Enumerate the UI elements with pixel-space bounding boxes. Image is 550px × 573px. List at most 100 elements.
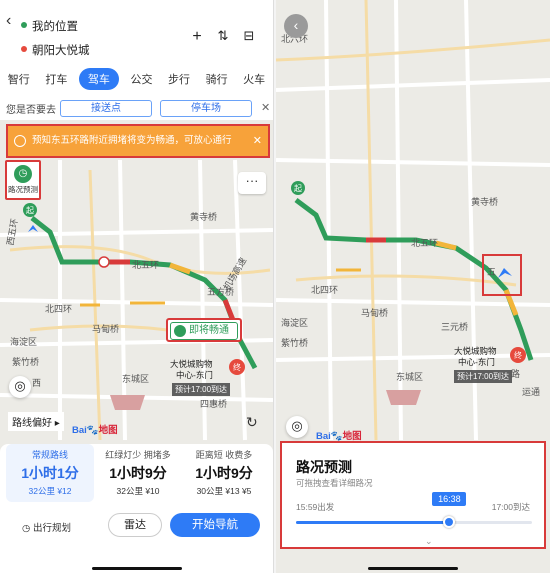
label-maweiqiao: 马甸桥 xyxy=(92,323,119,334)
r-label-mall-1: 大悦城购物 xyxy=(454,346,497,356)
smooth-soon-tag: 即将畅通 xyxy=(166,318,242,342)
route-option-3[interactable]: 距离短 收费多 1小时9分 30公里 ¥13 ¥5 xyxy=(180,444,268,502)
r-label-maweiqiao: 马甸桥 xyxy=(361,307,388,318)
r-label-zizhu: 紫竹桥 xyxy=(281,337,308,348)
r-home-indicator xyxy=(368,567,458,570)
notice-close-icon[interactable]: ✕ xyxy=(253,126,262,156)
r-label-haidian: 海淀区 xyxy=(281,317,308,328)
route-1-time: 1小时1分 xyxy=(21,465,79,481)
r-label-sanyuan: 三元桥 xyxy=(441,321,468,332)
arrive-time-label: 17:00到达 xyxy=(491,502,530,512)
refresh-icon[interactable]: ↻ xyxy=(246,414,258,431)
plan-clock-icon: ◷ xyxy=(22,523,33,534)
label-mall-1: 大悦城购物 xyxy=(170,359,213,369)
label-huangsi: 黄寺桥 xyxy=(190,211,217,222)
tab-bike[interactable]: 骑行 xyxy=(202,68,232,90)
label-wufang: 五方桥 xyxy=(207,286,234,297)
r-baidu-logo: Bai🐾地图 xyxy=(316,431,362,442)
origin-field[interactable]: 我的位置 xyxy=(21,18,78,34)
label-beiwuhuan: 北五环 xyxy=(132,260,159,270)
r-end-marker-label: 终 xyxy=(514,350,522,360)
tab-train[interactable]: 火车 xyxy=(239,68,269,90)
route-option-2[interactable]: 红绿灯少 拥堵多 1小时9分 32公里 ¥10 xyxy=(94,444,182,502)
home-indicator xyxy=(92,567,182,570)
trip-plan-button[interactable]: ◷ 出行规划 xyxy=(22,520,71,534)
close-icon[interactable]: ✕ xyxy=(261,101,270,114)
label-dongcheng: 东城区 xyxy=(122,373,149,384)
route-3-time: 1小时9分 xyxy=(195,465,253,481)
end-marker-label: 终 xyxy=(233,362,241,372)
r-label-beiwuhuan: 北五环 xyxy=(411,238,438,248)
left-screen: 黄寺桥 北五环 北四环 马甸桥 海淀区 紫竹桥 东城区 机场高速 五方桥 四惠桥… xyxy=(0,0,273,573)
origin-text: 我的位置 xyxy=(32,21,78,33)
baidu-logo: Bai🐾地图 xyxy=(72,425,118,436)
route-2-time: 1小时9分 xyxy=(109,465,167,481)
check-icon xyxy=(174,325,186,337)
back-icon[interactable]: ‹ xyxy=(6,12,22,30)
trip-plan-label: 出行规划 xyxy=(32,523,71,534)
route-search-card: ‹ 我的位置 朝阳大悦城 + ⇅ ⊟ 智行 打车 驾车 公交 步行 骑行 火车 … xyxy=(0,0,273,120)
route-3-sub: 30公里 ¥13 ¥5 xyxy=(196,486,252,496)
label-mall-2: 中心-东门 xyxy=(176,370,213,380)
tab-zhixing[interactable]: 智行 xyxy=(4,68,34,90)
route-2-sub: 32公里 ¥10 xyxy=(116,486,160,496)
r-locate-icon[interactable]: ◎ xyxy=(286,416,308,438)
route-1-tag: 常规路线 xyxy=(31,450,68,460)
destination-field[interactable]: 朝阳大悦城 xyxy=(21,42,90,58)
route-option-1[interactable]: 常规路线 1小时1分 32公里 ¥12 xyxy=(6,444,94,502)
pickup-point-chip[interactable]: 接送点 xyxy=(60,100,152,117)
where-prompt: 您是否要去 xyxy=(6,105,56,116)
no-turn-icon xyxy=(98,256,110,268)
eta-label: 预计17:00到达 xyxy=(172,383,231,396)
tab-drive[interactable]: 驾车 xyxy=(78,68,119,90)
label-haidian: 海淀区 xyxy=(10,336,37,347)
time-slider-fill xyxy=(296,521,450,524)
label-zizhu: 紫竹桥 xyxy=(12,356,39,367)
tab-walk[interactable]: 步行 xyxy=(164,68,194,90)
destination-dot-icon xyxy=(21,46,27,52)
route-2-tag: 红绿灯少 拥堵多 xyxy=(105,450,171,460)
r-label-road: 路 xyxy=(511,368,520,379)
plus-icon[interactable]: + xyxy=(188,28,206,46)
origin-dot-icon xyxy=(21,22,27,28)
tab-transit[interactable]: 公交 xyxy=(126,68,156,90)
locate-icon[interactable]: ◎ xyxy=(9,376,31,398)
parking-chip[interactable]: 停车场 xyxy=(160,100,252,117)
right-screen: 北六环 北五环 北四环 黄寺桥 马甸桥 三元桥 海淀区 紫竹桥 东城区 运通 路… xyxy=(276,0,550,573)
r-start-marker-label: 起 xyxy=(294,184,302,193)
r-label-beisihuan: 北四环 xyxy=(311,285,338,295)
time-slider-handle[interactable] xyxy=(443,516,456,528)
r-label-huangsi: 黄寺桥 xyxy=(471,196,498,207)
traffic-forecast-panel: 路况预测 可拖拽查看详细路况 15:59出发 17:00到达 16:38 ⌄ xyxy=(280,441,546,549)
start-navigation-button[interactable]: 开始导航 xyxy=(170,513,260,537)
route-preference-button[interactable]: 路线偏好 ▸ xyxy=(8,412,64,431)
traffic-forecast-button[interactable]: ◷ 路况预测 xyxy=(5,160,41,200)
radar-button[interactable]: 雷达 xyxy=(108,513,162,537)
r-label-dongcheng: 东城区 xyxy=(396,371,423,382)
r-label-yuntong: 运通 xyxy=(522,387,540,397)
r-eta-label: 预计17:00到达 xyxy=(454,370,513,383)
time-slider-track[interactable] xyxy=(296,521,532,524)
label-beisihuan: 北四环 xyxy=(45,304,72,314)
r-label-mall-2: 中心-东门 xyxy=(458,357,495,367)
position-highlight-box xyxy=(482,254,522,296)
back-icon[interactable]: ‹ xyxy=(284,14,308,38)
map-more-button[interactable]: ··· xyxy=(238,172,266,194)
more-icon[interactable]: ⊟ xyxy=(240,28,258,44)
depart-time-label: 15:59出发 xyxy=(296,502,335,512)
swap-icon[interactable]: ⇅ xyxy=(214,28,232,44)
tab-taxi[interactable]: 打车 xyxy=(41,68,71,90)
smooth-soon-label: 即将畅通 xyxy=(189,325,229,336)
route-3-tag: 距离短 收费多 xyxy=(195,450,253,460)
route-options-sheet: 常规路线 1小时1分 32公里 ¥12 红绿灯少 拥堵多 1小时9分 32公里 … xyxy=(0,444,273,573)
forecast-hint: 可拖拽查看详细路况 xyxy=(296,478,373,488)
forecast-clock-icon: ◷ xyxy=(14,165,32,183)
destination-text: 朝阳大悦城 xyxy=(32,45,90,57)
transport-mode-tabs: 智行 打车 驾车 公交 步行 骑行 火车 xyxy=(0,68,273,90)
start-marker-label: 起 xyxy=(26,206,34,215)
chevron-down-icon[interactable]: ⌄ xyxy=(425,536,433,547)
label-xi: 西 xyxy=(32,378,41,388)
forecast-title: 路况预测 xyxy=(296,459,352,475)
route-1-sub: 32公里 ¥12 xyxy=(28,486,72,496)
traffic-notice-banner[interactable]: 预知东五环路附近拥堵将变为畅通，可放心通行 ✕ xyxy=(6,124,270,158)
